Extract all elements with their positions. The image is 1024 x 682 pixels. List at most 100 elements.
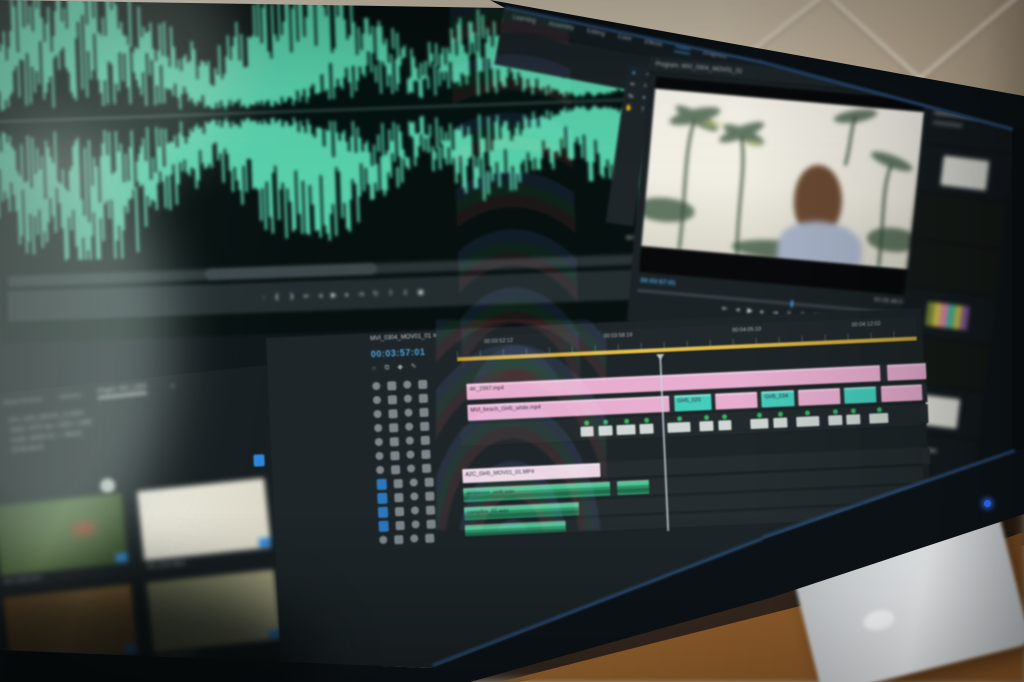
track-toggle[interactable] [409,478,418,487]
track-toggle[interactable] [372,381,381,391]
track-toggle[interactable] [394,506,405,516]
timeline-timecode[interactable]: 00:03:57:01 [371,347,426,359]
project-tab-libraries[interactable]: Libraries [58,393,82,401]
source-go-to-out-icon[interactable]: ⇥ [358,291,364,298]
program-timecode[interactable]: 00:03:57:01 [640,277,676,287]
track-toggle[interactable] [424,477,434,487]
track-toggle[interactable] [425,505,436,515]
track-toggle[interactable] [394,492,404,502]
clip-segment[interactable] [717,414,733,431]
clip-segment[interactable] [772,411,788,429]
clip-segment[interactable] [869,407,889,424]
selection-tool[interactable]: ▲ [628,68,639,77]
project-tab-media-browser[interactable]: Media Browser [3,397,43,407]
track-toggle[interactable] [405,436,414,445]
source-loop-icon[interactable]: ↻ [373,290,379,297]
source-export-frame-icon[interactable]: ▣ [417,288,424,295]
source-mark-in-icon[interactable]: ❴ [274,294,280,301]
track-target-toggle[interactable] [377,506,389,518]
track-toggle[interactable] [389,436,400,446]
clip-segment[interactable] [886,363,927,381]
track-toggle[interactable] [390,450,400,460]
source-step-forward-icon[interactable]: ▸ [345,291,349,298]
track-toggle[interactable] [420,435,430,445]
track-toggle[interactable] [375,465,385,475]
clip-segment[interactable] [667,416,691,433]
track-toggle[interactable] [403,380,412,389]
track-toggle[interactable] [411,520,420,529]
track-toggle[interactable] [393,478,403,488]
source-play-icon[interactable]: ▶ [331,292,337,299]
source-overwrite-icon[interactable]: ⇓ [402,289,408,296]
track-toggle[interactable] [388,422,399,432]
clip-segment[interactable] [828,409,843,426]
clip-segment[interactable] [798,388,841,406]
clip-segment[interactable] [699,414,714,432]
track-toggle[interactable] [387,380,397,391]
clip-segment[interactable] [880,384,923,403]
track-toggle[interactable] [404,422,414,431]
track-target-toggle[interactable] [377,492,388,504]
track-toggle[interactable] [404,408,413,417]
clip-segment[interactable] [616,479,650,496]
clip-segment[interactable] [639,417,654,435]
track-toggle[interactable] [425,491,435,501]
timeline-linked-selection-icon[interactable]: ⧉ [384,364,389,371]
track-toggle[interactable] [373,409,382,419]
timeline-snap-icon[interactable]: ∩ [371,365,376,372]
track-toggle[interactable] [374,423,383,433]
bin-up-icon[interactable] [99,477,116,495]
track-toggle[interactable] [421,463,432,473]
track-toggle[interactable] [419,421,430,431]
track-toggle[interactable] [406,464,416,473]
clip-gh5-020[interactable]: GH5_020 [674,393,712,412]
zoom-scrollbar-handle[interactable] [204,262,377,281]
source-mark-out-icon[interactable]: ❵ [289,293,295,300]
sequence-tab[interactable]: MVI_0304_MOV01_01 ≡ [370,333,436,342]
source-patch-toggle[interactable] [253,454,265,467]
track-toggle[interactable] [418,393,429,403]
clip-segment[interactable] [749,412,769,430]
track-toggle[interactable] [419,407,429,417]
track-toggle[interactable] [374,437,384,447]
track-toggle[interactable] [403,394,413,403]
program-step-back-icon[interactable]: ◂ [735,306,739,313]
clip-segment[interactable] [715,391,758,410]
hand-tool[interactable]: ✋ [623,104,634,113]
media-thumbnail-mvi-0297-mov[interactable]: MVI_0297.MOV [136,477,276,583]
track-toggle[interactable] [395,520,405,530]
timeline-settings-icon[interactable]: ✎ [411,363,417,370]
track-toggle[interactable] [418,379,428,389]
clip-segment[interactable] [616,418,636,436]
track-toggle[interactable] [372,395,382,405]
clip-segment[interactable] [844,386,877,404]
source-add-marker-icon[interactable]: ◦ [262,294,265,301]
track-target-toggle[interactable] [376,478,387,490]
timeline-add-marker-icon[interactable]: ◆ [397,364,403,371]
slip-tool[interactable]: ↹ [625,92,636,101]
media-thumbnail-mvi-0296-mov[interactable]: MVI_0296.MOV [0,492,133,598]
track-toggle[interactable] [379,535,388,545]
track-toggle[interactable] [388,408,398,419]
source-step-back-icon[interactable]: ◂ [318,292,322,299]
track-toggle[interactable] [375,451,384,461]
track-toggle[interactable] [410,492,419,501]
track-toggle[interactable] [406,450,415,459]
track-toggle[interactable] [410,534,419,543]
panel-menu-icon[interactable]: ≡ [170,382,175,389]
track-target-toggle[interactable] [378,520,389,532]
track-toggle[interactable] [394,534,404,544]
track-toggle[interactable] [421,449,431,459]
track-toggle[interactable] [390,464,401,474]
clip-gh5-034[interactable]: GH5_034 [761,390,795,408]
ripple-edit-tool[interactable]: ⇹ [627,80,638,89]
clip-segment[interactable] [846,408,861,425]
program-go-to-in-icon[interactable]: ⇤ [722,305,728,312]
project-tab-project-mvi-0304[interactable]: Project: MVI_0304 [96,383,148,399]
track-toggle[interactable] [425,533,435,543]
track-toggle[interactable] [426,519,436,529]
source-insert-icon[interactable]: ⇪ [388,290,394,297]
program-play-icon[interactable]: ▶ [747,307,753,314]
clip-segment[interactable] [795,410,820,428]
source-go-to-in-icon[interactable]: ⇤ [304,292,310,299]
